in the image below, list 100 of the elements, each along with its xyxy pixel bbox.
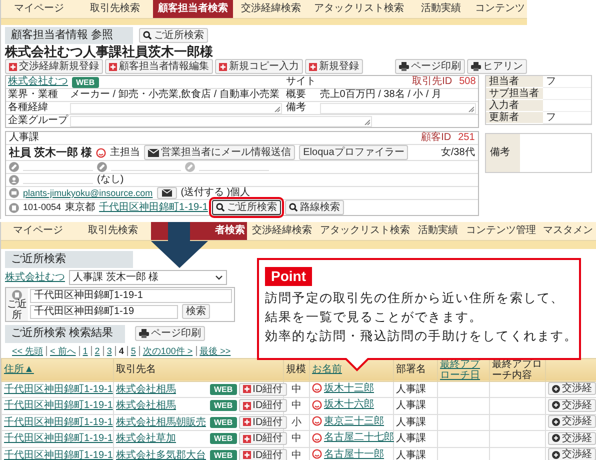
id-link-button[interactable]: ID紐付: [238, 399, 287, 412]
negotiation-button[interactable]: 交渉経: [548, 448, 596, 460]
table-cell: 中: [292, 433, 302, 444]
nav-tab[interactable]: マスタメン: [539, 222, 596, 240]
search-button[interactable]: 検索: [182, 304, 210, 320]
table-cell: 人事課: [396, 400, 426, 412]
column-header: 部署名: [396, 364, 427, 376]
pager-link[interactable]: 次の100件 >: [138, 346, 196, 356]
action-button[interactable]: 新規コピー入力: [215, 59, 303, 74]
page-title: 株式会社むつ人事課社員茨木一郎様: [5, 44, 214, 60]
prefecture: 東京都: [65, 202, 96, 214]
action-button[interactable]: 新規登録: [305, 59, 363, 74]
web-badge[interactable]: WEB: [210, 400, 237, 412]
id-value: 508: [459, 76, 476, 88]
search-icon: [288, 203, 298, 212]
send-mail-button[interactable]: 営業担当者にメール情報送信: [144, 145, 296, 160]
pager-link[interactable]: 5: [126, 346, 139, 356]
id-link-button[interactable]: ID紐付: [238, 448, 287, 460]
text-area[interactable]: [320, 102, 476, 114]
company-link[interactable]: 株式会社むつ: [5, 272, 65, 284]
nearby-search-button[interactable]: ご近所検索: [139, 28, 208, 44]
smiley-icon: [312, 383, 322, 394]
nav-tab[interactable]: アタックリスト検索: [309, 0, 409, 18]
printer-icon: [399, 62, 409, 72]
route-search-button[interactable]: 路線検索: [284, 200, 344, 216]
plus-icon: [9, 62, 17, 71]
id-link-button[interactable]: ID紐付: [238, 382, 287, 396]
negotiation-button[interactable]: 交渉経: [548, 398, 596, 412]
search-icon: [216, 203, 225, 212]
point-badge: Point: [265, 267, 312, 286]
plus-circle-icon: [552, 384, 560, 393]
address-input[interactable]: 千代田区神田錦町1-19: [30, 304, 178, 319]
web-badge[interactable]: WEB: [210, 433, 237, 444]
pager-link[interactable]: 2: [90, 346, 103, 356]
pager-link[interactable]: 3: [102, 346, 115, 356]
print-button[interactable]: ページ印刷: [135, 326, 206, 342]
nav-tab[interactable]: 取引先検索: [75, 222, 151, 240]
resize-grip-icon: [468, 106, 474, 112]
nav-tab[interactable]: コンテンツ管理: [463, 222, 539, 240]
text-area[interactable]: [70, 116, 372, 127]
base-address: 千代田区神田錦町1-19-1: [30, 289, 232, 304]
nav-tab[interactable]: 取引先検索: [77, 0, 153, 18]
nearby-search-button[interactable]: ご近所検索: [212, 200, 281, 216]
table-cell: 中: [292, 400, 302, 412]
mail-button[interactable]: [156, 187, 177, 200]
field-label: 企業グループ: [8, 115, 68, 128]
action-button[interactable]: 交渉経緯新規登録: [5, 59, 103, 74]
pager-link[interactable]: << 先頭: [9, 346, 46, 356]
section-title: 顧客担当者情報 参照: [5, 27, 133, 44]
nav-tab[interactable]: 活動実績: [409, 0, 473, 18]
web-badge[interactable]: WEB: [210, 384, 237, 395]
printer-icon: [139, 329, 150, 338]
company-link[interactable]: 株式会社多気郡大台: [116, 448, 208, 460]
staff-label: 入力者: [486, 100, 543, 112]
action-button[interactable]: 顧客担当者情報編集: [105, 59, 213, 74]
nav-tab[interactable]: マイページ: [1, 222, 75, 240]
address-link[interactable]: 千代田区神田錦町1-19-1: [99, 202, 208, 214]
print-button[interactable]: ページ印刷: [395, 59, 465, 74]
gender-age: 女/38代: [440, 146, 475, 159]
negotiation-button[interactable]: 交渉経: [548, 382, 596, 396]
company-link[interactable]: 株式会社相馬: [116, 382, 208, 396]
nav-tab[interactable]: マイページ: [1, 0, 77, 18]
contact-name: 社員 茨木一郎 様: [9, 146, 92, 159]
nav-tab[interactable]: 交渉経緯検索: [233, 0, 309, 18]
company-link[interactable]: 株式会社相馬朝販売: [116, 416, 208, 429]
nav-tab[interactable]: 活動実績: [413, 222, 463, 240]
company-link[interactable]: 株式会社相馬: [116, 399, 208, 412]
negotiation-button[interactable]: 交渉経: [548, 415, 596, 428]
web-badge[interactable]: WEB: [72, 76, 99, 88]
pager-link[interactable]: < 前へ: [46, 346, 79, 356]
pager-link[interactable]: 最後 >>: [196, 346, 234, 356]
id-link-button[interactable]: ID紐付: [238, 416, 287, 429]
email-link[interactable]: plants-jimukyoku@insource.com: [23, 188, 153, 199]
table-cell: 人事課: [396, 416, 426, 428]
nav-tab[interactable]: コンテンツ: [473, 0, 527, 18]
table-cell: 中: [292, 384, 302, 395]
web-badge[interactable]: WEB: [210, 416, 237, 428]
negotiation-button[interactable]: 交渉経: [548, 432, 596, 445]
company-link[interactable]: 株式会社むつ: [8, 76, 68, 88]
nav-tab[interactable]: 顧客担当者検索: [153, 0, 233, 18]
table-cell: 人事課: [396, 450, 426, 460]
contact-select[interactable]: 人事課 茨木一郎 様: [69, 270, 227, 286]
plus-icon: [309, 62, 317, 71]
resize-grip-icon: [274, 106, 280, 112]
person-icon: [9, 175, 19, 186]
resize-grip-icon: [364, 118, 370, 125]
id-link-button[interactable]: ID紐付: [238, 432, 287, 446]
table-cell: 中: [292, 450, 302, 460]
nearby-label: ご近所: [7, 300, 27, 322]
print-button[interactable]: ヒアリン: [467, 59, 527, 74]
column-header: 規模: [286, 364, 307, 376]
text-area[interactable]: [70, 102, 282, 114]
nav-tab[interactable]: 交渉経緯検索: [247, 222, 317, 240]
company-link[interactable]: 株式会社草加: [116, 432, 208, 446]
pager-link[interactable]: 4: [114, 346, 127, 356]
web-badge[interactable]: WEB: [210, 450, 237, 460]
field-value: (なし): [97, 174, 124, 186]
nav-tab[interactable]: アタックリスト検索: [317, 222, 413, 240]
pager-link[interactable]: 1: [78, 346, 91, 356]
profiler-button[interactable]: Eloquaプロファイラー: [299, 145, 408, 160]
